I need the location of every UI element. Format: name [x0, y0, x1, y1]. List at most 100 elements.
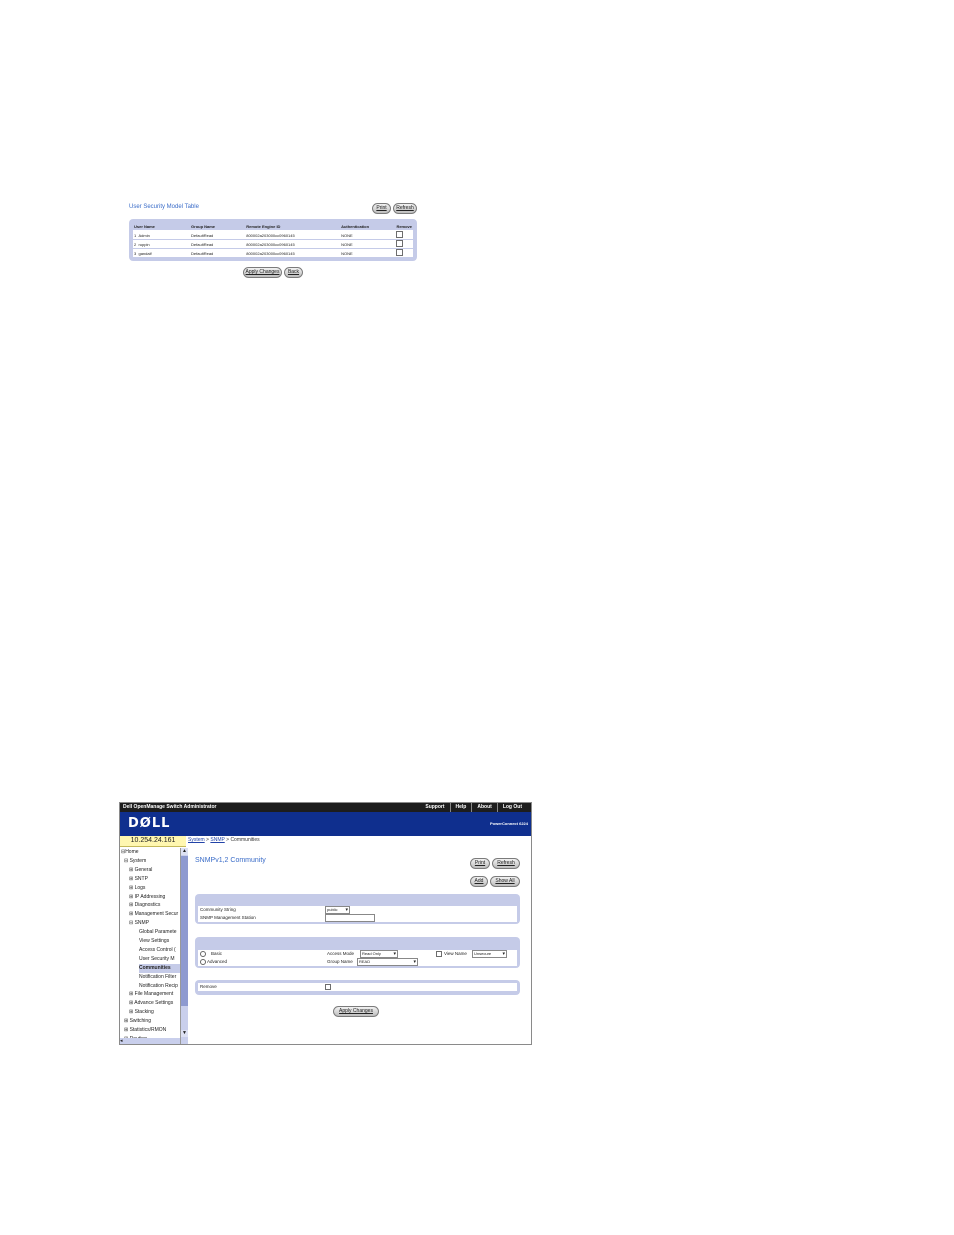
sidebar-item[interactable]: Access Control (	[139, 946, 176, 955]
dell-screenshot: Dell OpenManage Switch Administrator Sup…	[119, 802, 532, 1045]
banner: DØLL PowerConnect 6224	[120, 812, 531, 836]
table-row: 1 Admin DefaultRead 800002a203000cc09601…	[133, 230, 413, 240]
col-authentication: Authentication	[340, 223, 396, 231]
sidebar-item[interactable]: ⊞ Advance Settings	[129, 999, 173, 1008]
nav-scrollbar[interactable]: ▲ ▼	[180, 848, 188, 1044]
show-all-button[interactable]: Show All	[490, 876, 520, 887]
sidebar-item[interactable]: ⊟ System	[124, 857, 146, 866]
sidebar-item[interactable]: ⊞ IP Addressing	[129, 893, 165, 902]
remote-engine-id: 800002a203000cc0960145	[245, 239, 341, 249]
model-name: PowerConnect 6224	[489, 821, 528, 826]
view-name-checkbox[interactable]	[436, 951, 442, 957]
sidebar-item[interactable]: ⊞ SNTP	[129, 875, 148, 884]
logout-link[interactable]: Log Out	[496, 803, 527, 812]
sidebar-item[interactable]: View Settings	[139, 937, 169, 946]
sidebar-item[interactable]: ⊟Home	[121, 848, 139, 857]
scroll-down-icon[interactable]: ▼	[181, 1030, 188, 1037]
basic-radio[interactable]	[200, 951, 206, 957]
usm-table: User Name Group Name Remote Engine ID Au…	[133, 223, 413, 258]
group-name: DefaultRead	[190, 230, 246, 240]
about-link[interactable]: About	[471, 803, 496, 812]
app-title: Dell OpenManage Switch Administrator	[123, 804, 217, 810]
sidebar-item[interactable]: ⊞ Logs	[129, 884, 145, 893]
view-name-select[interactable]: Unsecure	[472, 950, 507, 958]
back-button[interactable]: Back	[284, 267, 303, 278]
advanced-row: Advanced Group Name READ	[198, 958, 517, 966]
community-string-value: public	[327, 907, 338, 912]
apply-changes-button[interactable]: Apply Changes	[333, 1006, 379, 1017]
remove-checkbox[interactable]	[396, 249, 404, 256]
main-panel: SNMPv1,2 Community Print Refresh Add Sho…	[190, 848, 528, 1044]
sidebar-item[interactable]: ⊞ Diagnostics	[129, 901, 160, 910]
add-button[interactable]: Add	[470, 876, 488, 887]
authentication: NONE	[340, 248, 396, 258]
usm-table-panel: User Name Group Name Remote Engine ID Au…	[129, 219, 417, 261]
support-link[interactable]: Support	[420, 803, 449, 812]
nav-horizontal-scrollbar[interactable]: ◂	[120, 1038, 180, 1044]
breadcrumb-current: Communities	[230, 837, 260, 843]
remove-checkbox[interactable]	[325, 984, 331, 990]
breadcrumb-system[interactable]: System	[188, 837, 205, 843]
sidebar-item[interactable]: ⊞ General	[129, 866, 152, 875]
breadcrumb: System > SNMP > Communities	[188, 836, 260, 844]
user-name: ruppin	[138, 241, 150, 247]
row-index: 3	[134, 250, 137, 256]
apply-changes-button[interactable]: Apply Changes	[243, 267, 282, 278]
advanced-radio[interactable]	[200, 959, 206, 965]
remove-checkbox[interactable]	[396, 231, 404, 238]
col-remote-engine-id: Remote Engine ID	[245, 223, 341, 231]
remove-label: Remove	[200, 984, 217, 989]
authentication: NONE	[340, 239, 396, 249]
group-name-select[interactable]: READ	[357, 958, 418, 966]
community-string-select[interactable]: public	[325, 906, 350, 914]
access-panel: Basic Access Mode Read Only View Name Un…	[195, 937, 520, 968]
dell-logo: DØLL	[128, 816, 171, 831]
nav-tree: ⊟Home ⊟ System ⊞ General ⊞ SNTP ⊞ Logs ⊞ IP A…	[120, 848, 180, 1044]
remove-checkbox[interactable]	[396, 240, 404, 247]
ip-address: 10.254.24.161	[120, 836, 186, 847]
page-title: SNMPv1,2 Community	[195, 857, 266, 864]
sidebar-item[interactable]: Global Paramete	[139, 928, 177, 937]
refresh-button[interactable]: Refresh	[492, 858, 520, 869]
authentication: NONE	[340, 230, 396, 240]
access-mode-label: Access Mode	[327, 951, 355, 956]
community-panel: Community String public SNMP Management …	[195, 894, 520, 924]
sidebar-item[interactable]: User Security M	[139, 955, 175, 964]
sidebar-item[interactable]: ⊟ SNMP	[129, 919, 149, 928]
scroll-thumb[interactable]	[181, 856, 188, 1006]
top-links: Support Help About Log Out	[420, 803, 527, 812]
row-index: 1	[134, 232, 137, 238]
sidebar-item[interactable]: Notification Filter	[139, 973, 176, 982]
mgmt-station-label: SNMP Management Station	[200, 915, 256, 920]
community-string-row: Community String public	[198, 906, 517, 914]
sidebar-item[interactable]: Communities	[139, 963, 180, 973]
sidebar-item[interactable]: ⊞ Stacking	[129, 1008, 154, 1017]
group-name-value: READ	[359, 959, 371, 964]
col-remove: Remove	[395, 223, 413, 231]
col-group-name: Group Name	[190, 223, 246, 231]
scroll-up-icon[interactable]: ▲	[181, 848, 188, 855]
table-row: 3 gandalf DefaultRead 800002a203000cc096…	[133, 248, 413, 258]
sidebar-item[interactable]: Notification Recip	[139, 982, 178, 991]
view-name-value: Unsecure	[474, 951, 492, 956]
print-button[interactable]: Print	[372, 203, 391, 214]
help-link[interactable]: Help	[449, 803, 472, 812]
remove-row: Remove	[198, 983, 517, 991]
group-name: DefaultRead	[190, 239, 246, 249]
mgmt-station-input[interactable]	[325, 914, 375, 922]
access-mode-select[interactable]: Read Only	[360, 950, 398, 958]
access-mode-value: Read Only	[362, 951, 381, 956]
print-button[interactable]: Print	[470, 858, 490, 869]
community-string-label: Community String	[200, 907, 236, 912]
table-row: 2 ruppin DefaultRead 800002a203000cc0960…	[133, 239, 413, 249]
sidebar-item[interactable]: ⊞ Switching	[124, 1017, 151, 1026]
sidebar-item[interactable]: ⊞ Statistics/RMON	[124, 1026, 166, 1035]
remote-engine-id: 800002a203000cc0960145	[245, 248, 341, 258]
sidebar-item[interactable]: ⊞ Management Secur	[129, 910, 178, 919]
user-name: gandalf	[138, 250, 152, 256]
sidebar-item[interactable]: ⊞ File Management	[129, 990, 173, 999]
breadcrumb-snmp[interactable]: SNMP	[210, 837, 224, 843]
col-user-name: User Name	[133, 223, 191, 231]
refresh-button[interactable]: Refresh	[393, 203, 417, 214]
view-name-label: View Name	[444, 951, 467, 956]
